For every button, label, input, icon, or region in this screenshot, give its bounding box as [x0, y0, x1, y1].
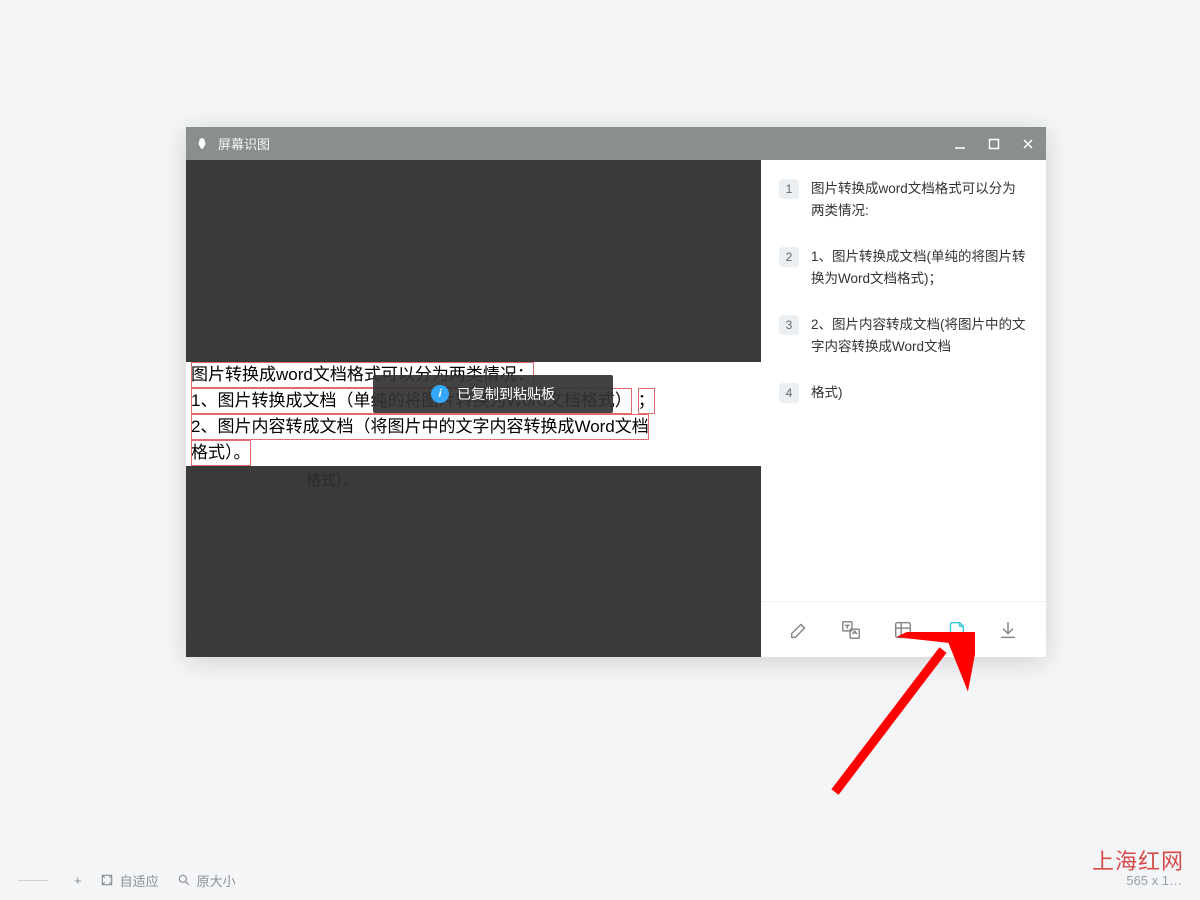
zoom-in-button[interactable]: + — [74, 873, 82, 888]
annotation-arrow-icon — [805, 632, 975, 812]
window-title: 屏幕识图 — [218, 134, 950, 153]
edit-icon[interactable] — [785, 616, 813, 644]
result-item[interactable]: 4 格式) — [779, 382, 1028, 404]
action-toolbar — [761, 601, 1046, 657]
result-index: 1 — [779, 179, 799, 199]
ocr-line: ； — [638, 388, 655, 414]
close-button[interactable] — [1018, 134, 1038, 154]
ocr-window: 屏幕识图 图片转换成word文档格式可以分为两类情况： 1、图片转换成文档（单纯… — [186, 127, 1046, 657]
ocr-line: 2、图片内容转成文档（将图片中的文字内容转换成Word文档 — [191, 414, 649, 440]
minimize-button[interactable] — [950, 134, 970, 154]
original-size-button[interactable]: 原大小 — [177, 871, 236, 890]
result-index: 4 — [779, 383, 799, 403]
original-label: 原大小 — [197, 871, 236, 890]
results-panel: 1 图片转换成word文档格式可以分为两类情况: 2 1、图片转换成文档(单纯的… — [761, 160, 1046, 657]
info-icon: i — [431, 385, 449, 403]
window-controls — [950, 134, 1038, 154]
watermark-text: 上海红网 — [1092, 844, 1184, 876]
result-item[interactable]: 3 2、图片内容转成文档(将图片中的文字内容转换成Word文档 — [779, 314, 1028, 358]
table-icon[interactable] — [889, 616, 917, 644]
result-item[interactable]: 1 图片转换成word文档格式可以分为两类情况: — [779, 178, 1028, 222]
titlebar[interactable]: 屏幕识图 — [186, 127, 1046, 160]
result-text: 1、图片转换成文档(单纯的将图片转换为Word文档格式)； — [811, 246, 1028, 290]
window-body: 图片转换成word文档格式可以分为两类情况： 1、图片转换成文档（单纯的将图片转… — [186, 160, 1046, 657]
toast-text: 已复制到粘贴板 — [457, 384, 555, 404]
maximize-button[interactable] — [984, 134, 1004, 154]
result-text: 2、图片内容转成文档(将图片中的文字内容转换成Word文档 — [811, 314, 1028, 358]
result-item[interactable]: 2 1、图片转换成文档(单纯的将图片转换为Word文档格式)； — [779, 246, 1028, 290]
fit-button[interactable]: 自适应 — [100, 871, 159, 890]
copy-icon[interactable] — [942, 616, 970, 644]
download-icon[interactable] — [994, 616, 1022, 644]
ocr-line: 格式）。 — [191, 440, 251, 466]
results-list: 1 图片转换成word文档格式可以分为两类情况: 2 1、图片转换成文档(单纯的… — [761, 160, 1046, 601]
fit-label: 自适应 — [120, 871, 159, 890]
result-text: 图片转换成word文档格式可以分为两类情况: — [811, 178, 1028, 222]
zoom-slider[interactable] — [18, 880, 48, 881]
result-index: 2 — [779, 247, 799, 267]
app-icon — [194, 136, 210, 152]
result-text: 格式) — [811, 382, 843, 404]
toast-notification: i 已复制到粘贴板 — [373, 375, 613, 413]
translate-icon[interactable] — [837, 616, 865, 644]
viewer-statusbar: + 自适应 原大小 565 x 1… — [0, 860, 1200, 900]
result-index: 3 — [779, 315, 799, 335]
ghost-text: 格式）。 — [306, 469, 359, 490]
